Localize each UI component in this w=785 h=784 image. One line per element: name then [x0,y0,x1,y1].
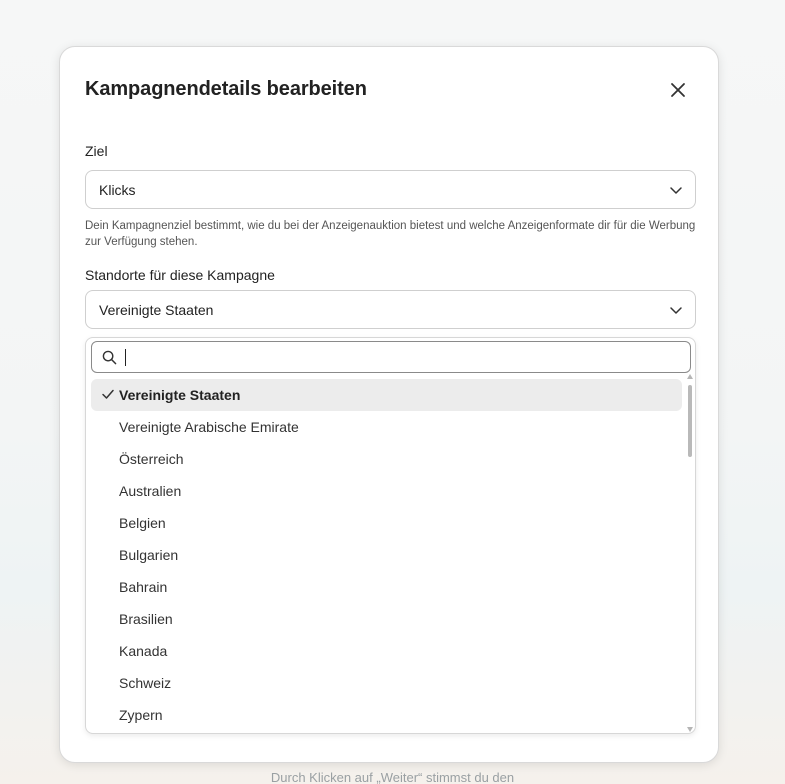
goal-help-text: Dein Kampagnenziel bestimmt, wie du bei … [85,220,696,248]
location-option-label: Bulgarien [119,547,179,563]
location-option[interactable]: Vereinigte Staaten [91,379,682,411]
location-option[interactable]: Bulgarien [91,539,682,571]
location-option-label: Zypern [119,707,163,723]
location-option-label: Schweiz [119,675,172,691]
edit-campaign-modal: Kampagnendetails bearbeiten Ziel Klicks … [59,46,719,763]
location-option-label: Vereinigte Arabische Emirate [119,419,299,435]
locations-dropdown: Vereinigte Staaten Vereinigte Arabische E… [85,337,696,734]
location-option-label: Vereinigte Staaten [119,387,241,403]
search-icon [102,350,117,365]
location-search-box[interactable] [91,341,691,373]
scroll-up-arrow-icon[interactable] [687,374,693,379]
close-button[interactable] [664,76,692,104]
backdrop-footer-text: Durch Klicken auf „Weiter“ stimmst du de… [270,770,515,784]
location-option[interactable]: Australien [91,475,682,507]
location-option[interactable]: Brasilien [91,603,682,635]
checkmark-icon [102,389,114,399]
scroll-thumb[interactable] [688,385,692,457]
goal-label: Ziel [85,143,108,159]
chevron-down-icon [670,307,682,314]
location-options-list: Vereinigte Staaten Vereinigte Arabische E… [91,379,682,731]
location-option-label: Brasilien [119,611,173,627]
location-option[interactable]: Österreich [91,443,682,475]
location-option[interactable]: Bahrain [91,571,682,603]
location-option-label: Österreich [119,451,184,467]
locations-select-value: Vereinigte Staaten [99,301,214,318]
location-option[interactable]: Belgien [91,507,682,539]
location-option-label: Australien [119,483,182,499]
text-caret [125,349,126,366]
location-option[interactable]: Zypern [91,699,682,731]
location-option-label: Bahrain [119,579,168,595]
location-option[interactable]: Schweiz [91,667,682,699]
locations-select[interactable]: Vereinigte Staaten [85,290,696,329]
dropdown-scrollbar[interactable] [686,374,694,732]
scroll-down-arrow-icon[interactable] [687,727,693,732]
chevron-down-icon [670,187,682,194]
location-option-label: Belgien [119,515,166,531]
modal-title: Kampagnendetails bearbeiten [85,78,367,100]
location-option-label: Kanada [119,643,168,659]
goal-select[interactable]: Klicks [85,170,696,209]
close-icon [671,83,685,97]
goal-select-value: Klicks [99,181,136,198]
location-search-input[interactable] [124,346,688,370]
locations-label: Standorte für diese Kampagne [85,267,275,283]
location-option[interactable]: Vereinigte Arabische Emirate [91,411,682,443]
location-option[interactable]: Kanada [91,635,682,667]
